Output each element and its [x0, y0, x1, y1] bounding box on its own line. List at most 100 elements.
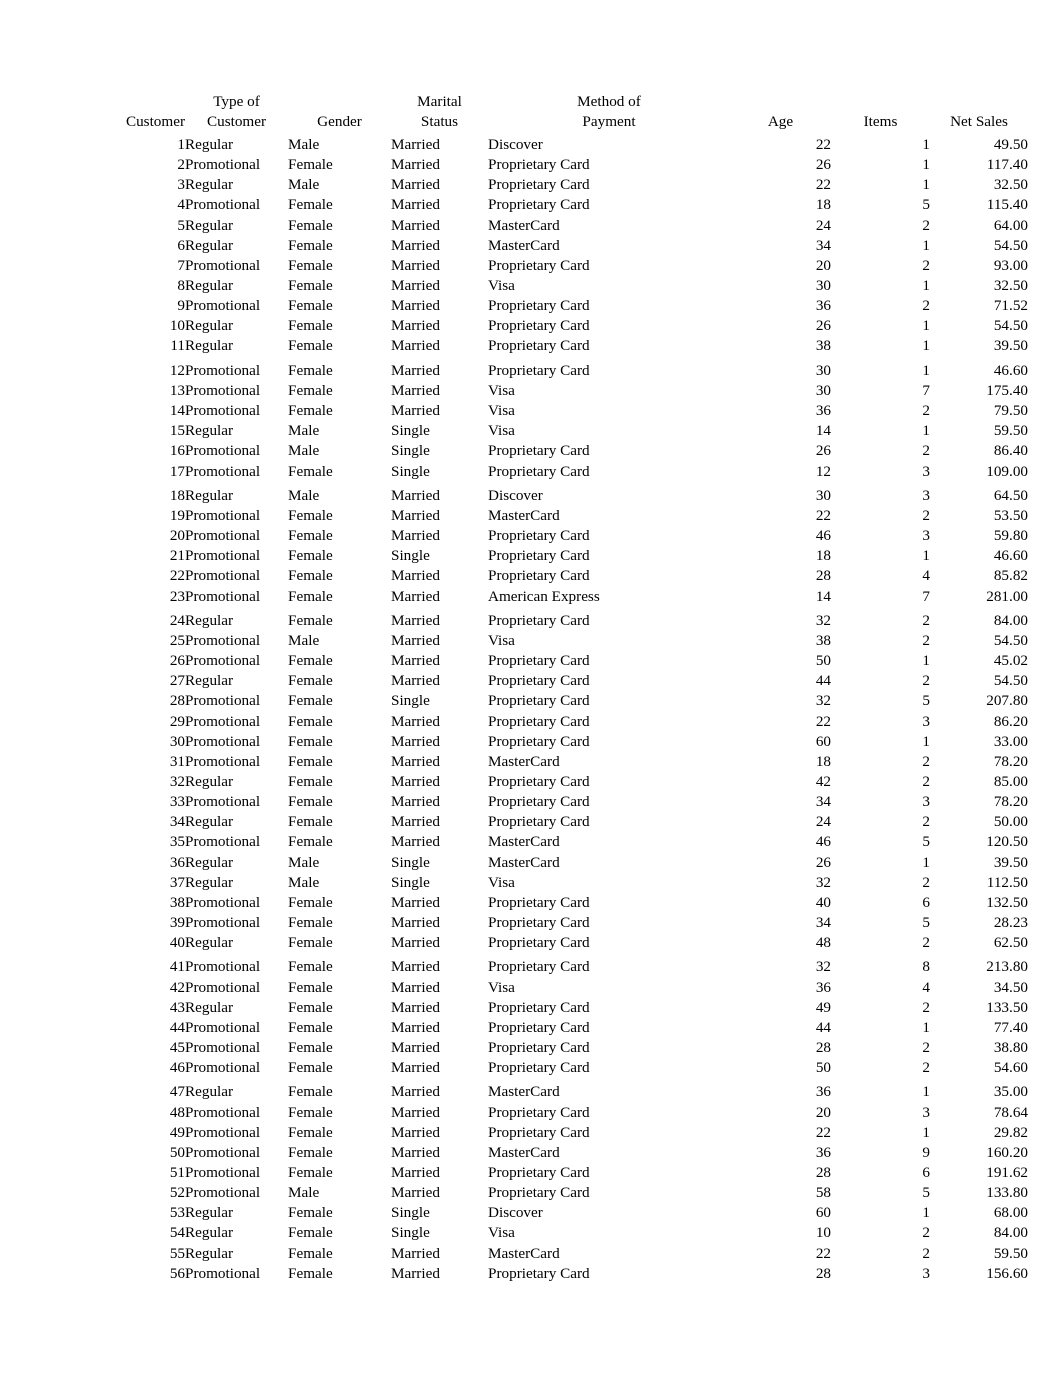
cell-age: 48 [815, 934, 831, 952]
cell-gender: Male [288, 853, 320, 871]
cell-method-of-payment: MasterCard [488, 1083, 560, 1101]
cell-method-of-payment: Visa [488, 632, 515, 649]
row-left-spacer [0, 584, 99, 604]
cell-marital-status: Married [391, 1083, 440, 1101]
cell-method-of-payment: Visa [488, 422, 515, 440]
cell-method-of-payment: Proprietary Card [488, 1164, 590, 1182]
cell-customer: 14 [169, 402, 185, 420]
table-row: 19 Promotional Female Married MasterCard 22 2 5… [0, 503, 1062, 523]
table-row: 18 Regular Male Married Discover 30 3 64.50 [0, 479, 1062, 503]
cell-method-of-payment: Proprietary Card [488, 1123, 590, 1141]
cell-marital-status: Married [391, 236, 440, 254]
cell-gender: Female [288, 1164, 333, 1182]
cell-gender: Female [288, 277, 333, 295]
row-right-spacer [1028, 809, 1062, 829]
row-right-spacer [1028, 995, 1062, 1015]
cell-customer: 35 [169, 833, 185, 851]
cell-gender: Male [288, 486, 320, 504]
row-right-spacer [1028, 152, 1062, 172]
cell-age: 28 [815, 567, 831, 585]
column-header-age: Age [730, 92, 831, 132]
cell-net-sales: 34.50 [993, 978, 1028, 996]
cell-net-sales: 78.20 [993, 793, 1028, 811]
row-left-spacer [0, 1140, 99, 1160]
row-right-spacer [1028, 749, 1062, 769]
cell-method-of-payment: Proprietary Card [488, 547, 590, 565]
cell-items: 1 [922, 136, 930, 154]
cell-net-sales: 133.80 [986, 1184, 1028, 1202]
cell-method-of-payment: Proprietary Card [488, 442, 590, 460]
cell-marital-status: Married [391, 893, 440, 911]
cell-customer: 47 [169, 1083, 185, 1101]
cell-customer: 45 [169, 1039, 185, 1056]
cell-age: 30 [815, 381, 831, 399]
cell-marital-status: Married [391, 978, 440, 996]
cell-type-of-customer: Regular [185, 1224, 234, 1242]
cell-marital-status: Married [391, 813, 440, 831]
cell-gender: Male [288, 422, 320, 440]
table-row: 33 Promotional Female Married Proprietary Ca… [0, 789, 1062, 809]
cell-method-of-payment: Visa [488, 277, 515, 295]
row-left-spacer [0, 809, 99, 829]
cell-marital-status: Married [391, 632, 440, 649]
cell-gender: Male [288, 176, 320, 194]
row-right-spacer [1028, 1241, 1062, 1261]
cell-items: 3 [922, 1264, 930, 1282]
cell-customer: 50 [169, 1143, 185, 1161]
row-left-spacer [0, 213, 99, 233]
cell-type-of-customer: Promotional [185, 442, 261, 460]
table-row: 52 Promotional Male Married Proprietary Card… [0, 1180, 1062, 1200]
table-row: 12 Promotional Female Married Proprietary Ca… [0, 354, 1062, 378]
cell-marital-status: Married [391, 527, 440, 545]
row-right-spacer [1028, 253, 1062, 273]
cell-customer: 44 [169, 1018, 185, 1036]
cell-gender: Female [288, 506, 333, 524]
cell-customer: 51 [169, 1164, 185, 1182]
cell-age: 20 [815, 256, 831, 274]
cell-marital-status: Single [391, 462, 430, 480]
row-left-spacer [0, 890, 99, 910]
row-left-spacer [0, 1055, 99, 1075]
cell-net-sales: 59.80 [993, 527, 1028, 545]
cell-type-of-customer: Regular [185, 136, 234, 154]
header-line-payment-1: Method of [577, 93, 641, 110]
cell-net-sales: 79.50 [993, 402, 1028, 420]
cell-net-sales: 46.60 [993, 547, 1028, 565]
cell-marital-status: Married [391, 1059, 440, 1077]
row-right-spacer [1028, 313, 1062, 333]
cell-marital-status: Married [391, 1184, 440, 1202]
header-line-items: Items [863, 113, 898, 131]
cell-method-of-payment: MasterCard [488, 1244, 560, 1262]
row-left-spacer [0, 1200, 99, 1220]
cell-net-sales: 54.50 [993, 632, 1028, 649]
cell-age: 46 [815, 833, 831, 851]
cell-type-of-customer: Promotional [185, 506, 261, 524]
cell-items: 7 [922, 587, 930, 605]
cell-net-sales: 59.50 [993, 422, 1028, 440]
cell-net-sales: 156.60 [986, 1264, 1028, 1282]
row-right-spacer [1028, 1015, 1062, 1035]
cell-gender: Female [288, 236, 333, 254]
row-left-spacer [0, 503, 99, 523]
row-right-spacer [1028, 1035, 1062, 1055]
row-right-spacer [1028, 850, 1062, 870]
cell-net-sales: 64.50 [993, 486, 1028, 504]
cell-type-of-customer: Promotional [185, 632, 261, 649]
cell-marital-status: Single [391, 442, 430, 460]
cell-age: 28 [815, 1164, 831, 1182]
cell-items: 5 [922, 913, 930, 931]
row-left-spacer [0, 729, 99, 749]
cell-net-sales: 38.80 [993, 1039, 1028, 1056]
column-header-customer: Customer [99, 92, 185, 132]
row-right-spacer [1028, 1120, 1062, 1140]
cell-method-of-payment: Proprietary Card [488, 1059, 590, 1077]
row-left-spacer [0, 1035, 99, 1055]
row-right-spacer [1028, 378, 1062, 398]
cell-method-of-payment: MasterCard [488, 853, 560, 871]
cell-method-of-payment: Proprietary Card [488, 793, 590, 811]
row-left-spacer [0, 479, 99, 503]
header-spacer [0, 92, 99, 132]
cell-customer: 37 [169, 873, 185, 891]
cell-marital-status: Married [391, 277, 440, 295]
cell-items: 2 [922, 632, 930, 649]
